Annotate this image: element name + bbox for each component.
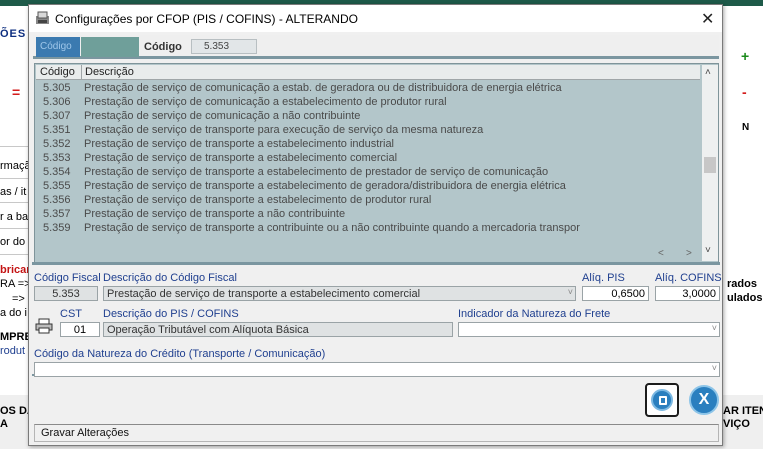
tab-description[interactable] bbox=[81, 37, 139, 57]
n-label: N bbox=[742, 122, 750, 133]
row-code: 5.359 bbox=[43, 222, 71, 234]
scroll-left-icon[interactable]: < bbox=[658, 248, 664, 259]
row-description: Prestação de serviço de transporte a est… bbox=[84, 152, 398, 164]
vertical-scrollbar[interactable]: ˄ ˅ bbox=[702, 65, 718, 261]
bg-label: a do i bbox=[0, 307, 27, 319]
scroll-down-icon[interactable]: ˅ bbox=[705, 245, 711, 256]
row-code: 5.353 bbox=[43, 152, 71, 164]
row-code: 5.357 bbox=[43, 208, 71, 220]
status-bar: Gravar Alterações bbox=[34, 424, 719, 442]
table-row[interactable]: 5.305 Prestação de serviço de comunicação… bbox=[36, 81, 700, 95]
row-description: Prestação de serviço de comunicação a nã… bbox=[84, 110, 361, 122]
close-icon[interactable]: ✕ bbox=[701, 9, 714, 29]
printer-icon[interactable] bbox=[35, 318, 53, 334]
column-header-description[interactable]: Descrição bbox=[85, 66, 134, 78]
row-code: 5.354 bbox=[43, 166, 71, 178]
natureza-frete-select[interactable]: ˅ bbox=[458, 322, 720, 337]
code-label: Código bbox=[144, 41, 182, 53]
button-bar: X bbox=[32, 378, 720, 424]
save-icon bbox=[651, 389, 673, 411]
table-row[interactable]: 5.353 Prestação de serviço de transporte … bbox=[36, 151, 700, 165]
row-code: 5.351 bbox=[43, 124, 71, 136]
scroll-thumb[interactable] bbox=[704, 157, 716, 173]
tab-code[interactable]: Código bbox=[36, 37, 80, 57]
bg-label: as / it bbox=[0, 186, 27, 198]
bg-label: RA => bbox=[0, 278, 31, 290]
aliq-pis-label: Alíq. PIS bbox=[582, 272, 625, 284]
column-header-code[interactable]: Código bbox=[40, 66, 75, 78]
scroll-up-icon[interactable]: ˄ bbox=[705, 67, 711, 78]
row-description: Prestação de serviço de transporte a est… bbox=[84, 180, 566, 192]
descricao-codigo-fiscal-field: Prestação de serviço de transporte a est… bbox=[103, 286, 576, 301]
cfop-config-dialog: Configurações por CFOP (PIS / COFINS) - … bbox=[28, 4, 723, 446]
row-code: 5.307 bbox=[43, 110, 71, 122]
row-code: 5.355 bbox=[43, 180, 71, 192]
bg-label: AR ITEN bbox=[723, 405, 763, 417]
add-icon[interactable]: + bbox=[741, 48, 749, 64]
row-code: 5.356 bbox=[43, 194, 71, 206]
bg-label: MPRE bbox=[0, 331, 32, 343]
row-code: 5.352 bbox=[43, 138, 71, 150]
codigo-fiscal-field: 5.353 bbox=[34, 286, 98, 301]
equals-icon: = bbox=[12, 84, 21, 100]
cst-label: CST bbox=[60, 308, 82, 320]
bg-label: rados bbox=[727, 278, 757, 290]
detail-form: Código Fiscal 5.353 Descrição do Código … bbox=[32, 262, 722, 377]
table-row[interactable]: 5.359 Prestação de serviço de transporte … bbox=[36, 221, 700, 235]
bg-label: rmaçã bbox=[0, 160, 31, 172]
dropdown-arrow-icon[interactable]: ˅ bbox=[568, 287, 573, 297]
descricao-pis-cofins-field: Operação Tributável com Alíquota Básica bbox=[103, 322, 453, 337]
bg-label: A bbox=[0, 418, 8, 430]
row-description: Prestação de serviço de comunicação a es… bbox=[84, 96, 447, 108]
scroll-right-icon[interactable]: > bbox=[686, 248, 692, 259]
bg-label: or do bbox=[0, 236, 26, 248]
table-row[interactable]: 5.355 Prestação de serviço de transporte … bbox=[36, 179, 700, 193]
natureza-credito-select[interactable]: ˅ bbox=[34, 362, 720, 377]
title-bar: Configurações por CFOP (PIS / COFINS) - … bbox=[29, 5, 722, 32]
table-row[interactable]: 5.357 Prestação de serviço de transporte … bbox=[36, 207, 700, 221]
row-description: Prestação de serviço de transporte a não… bbox=[84, 208, 346, 220]
row-description: Prestação de serviço de transporte a est… bbox=[84, 138, 395, 150]
grid-header: Código Descrição bbox=[36, 65, 700, 80]
table-row[interactable]: 5.356 Prestação de serviço de transporte … bbox=[36, 193, 700, 207]
save-button[interactable] bbox=[645, 383, 679, 417]
header-bar: Código Código 5.353 bbox=[33, 35, 719, 59]
cst-field[interactable]: 01 bbox=[60, 322, 100, 337]
table-row[interactable]: 5.354 Prestação de serviço de transporte … bbox=[36, 165, 700, 179]
row-description: Prestação de serviço de transporte a con… bbox=[84, 222, 580, 234]
dropdown-arrow-icon[interactable]: ˅ bbox=[712, 323, 717, 333]
codigo-fiscal-label: Código Fiscal bbox=[34, 272, 101, 284]
row-description: Prestação de serviço de transporte a est… bbox=[84, 166, 549, 178]
aliq-pis-field[interactable]: 0,6500 bbox=[582, 286, 649, 301]
dropdown-arrow-icon[interactable]: ˅ bbox=[712, 363, 717, 373]
row-description: Prestação de serviço de transporte a est… bbox=[84, 194, 432, 206]
bg-label: VIÇO bbox=[723, 418, 750, 430]
aliq-cofins-field[interactable]: 3,0000 bbox=[655, 286, 720, 301]
row-code: 5.305 bbox=[43, 82, 71, 94]
table-row[interactable]: 5.307 Prestação de serviço de comunicação… bbox=[36, 109, 700, 123]
row-description: Prestação de serviço de comunicação a es… bbox=[84, 82, 562, 94]
natureza-frete-label: Indicador da Natureza do Frete bbox=[458, 308, 611, 320]
aliq-cofins-label: Alíq. COFINS bbox=[655, 272, 722, 284]
remove-icon[interactable]: - bbox=[742, 84, 747, 100]
row-description: Prestação de serviço de transporte para … bbox=[84, 124, 484, 136]
code-search-field[interactable]: 5.353 bbox=[191, 39, 257, 54]
table-row[interactable]: 5.351 Prestação de serviço de transporte … bbox=[36, 123, 700, 137]
table-row[interactable]: 5.352 Prestação de serviço de transporte … bbox=[36, 137, 700, 151]
bg-label: bricar bbox=[0, 264, 31, 276]
dialog-title: Configurações por CFOP (PIS / COFINS) - … bbox=[55, 12, 358, 26]
descricao-codigo-fiscal-label: Descrição do Código Fiscal bbox=[103, 272, 237, 284]
app-icon bbox=[36, 11, 49, 24]
table-row[interactable]: 5.306 Prestação de serviço de comunicação… bbox=[36, 95, 700, 109]
exit-icon: X bbox=[698, 391, 710, 408]
natureza-credito-label: Código da Natureza do Crédito (Transport… bbox=[34, 348, 326, 360]
bg-label: rodut bbox=[0, 345, 26, 357]
cfop-grid[interactable]: Código Descrição 5.305 Prestação de servi… bbox=[34, 63, 719, 263]
bg-label: ulados bbox=[727, 292, 763, 304]
row-code: 5.306 bbox=[43, 96, 71, 108]
grid-rows: 5.305 Prestação de serviço de comunicação… bbox=[36, 81, 700, 235]
horizontal-scrollbar[interactable]: < > bbox=[36, 247, 700, 261]
descricao-pis-cofins-label: Descrição do PIS / COFINS bbox=[103, 308, 239, 320]
exit-button[interactable]: X bbox=[689, 385, 719, 415]
